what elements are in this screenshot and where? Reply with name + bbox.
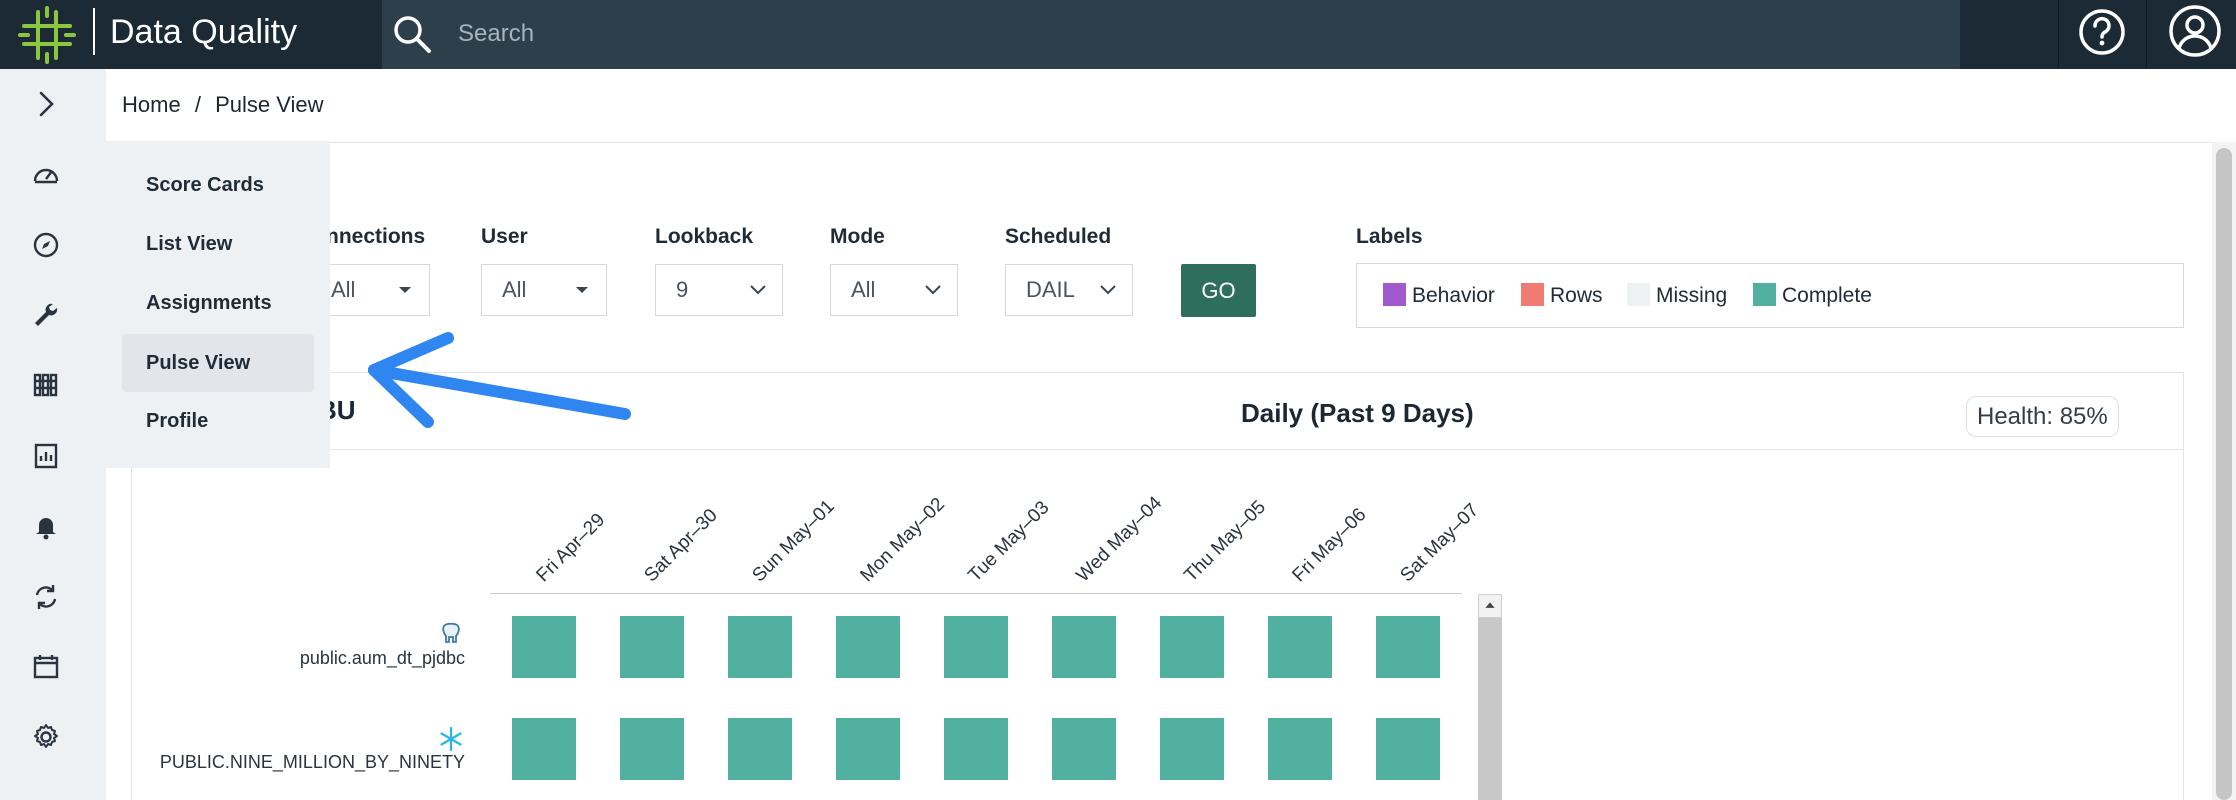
scheduled-select[interactable]: DAIL [1005, 264, 1133, 316]
status-cell[interactable] [512, 718, 576, 780]
legend-behavior: Behavior [1383, 283, 1495, 309]
legend-swatch [1627, 283, 1650, 306]
caret-down-icon [399, 287, 411, 293]
breadcrumb-separator: / [194, 92, 201, 117]
search-input[interactable] [458, 14, 1938, 54]
gear-icon[interactable] [31, 722, 61, 752]
breadcrumb-divider [106, 142, 2236, 143]
legend-missing: Missing [1627, 283, 1727, 309]
status-cell[interactable] [1160, 616, 1224, 678]
help-icon[interactable] [2076, 6, 2128, 58]
panel-header-divider [131, 449, 2184, 450]
mode-value: All [851, 277, 876, 302]
user-select[interactable]: All [481, 264, 607, 316]
scheduled-label: Scheduled [1005, 225, 1112, 248]
menu-item-list-view[interactable]: List View [122, 215, 314, 273]
report-icon[interactable] [31, 441, 61, 471]
legend-swatch [1753, 283, 1776, 306]
page-scroll-thumb[interactable] [2216, 148, 2232, 800]
status-cell[interactable] [1160, 718, 1224, 780]
grid-scrollbar[interactable] [1478, 594, 1502, 800]
status-cell[interactable] [944, 718, 1008, 780]
row-name[interactable]: public.aum_dt_pjdbc [300, 648, 465, 669]
status-cell[interactable] [1268, 718, 1332, 780]
app-title: Data Quality [110, 13, 298, 51]
menu-item-assignments[interactable]: Assignments [122, 274, 314, 332]
status-cell[interactable] [944, 616, 1008, 678]
catalog-icon[interactable] [31, 370, 61, 400]
status-cell[interactable] [512, 616, 576, 678]
status-cell[interactable] [728, 616, 792, 678]
legend-rows: Rows [1521, 283, 1603, 309]
labels-legend: Behavior Rows Missing Complete [1356, 263, 2184, 328]
chevron-down-icon [750, 285, 766, 295]
lookback-value: 9 [676, 277, 689, 302]
chevron-right-icon[interactable] [31, 89, 61, 119]
status-cell[interactable] [620, 616, 684, 678]
user-label: User [481, 225, 528, 248]
mode-select[interactable]: All [830, 264, 958, 316]
go-button[interactable]: GO [1181, 264, 1256, 317]
lookback-label: Lookback [655, 225, 754, 248]
postgresql-icon [442, 622, 460, 643]
logo-divider [93, 8, 95, 55]
breadcrumb-home[interactable]: Home [122, 92, 181, 118]
scroll-up-button[interactable] [1478, 594, 1502, 618]
legend-swatch [1521, 283, 1544, 306]
refresh-icon[interactable] [31, 582, 61, 612]
dashboard-gauge-icon[interactable] [31, 159, 61, 189]
mode-label: Mode [830, 225, 885, 248]
compass-icon[interactable] [31, 230, 61, 260]
caret-up-icon [1485, 602, 1495, 608]
flyout-menu: Score Cards List View Assignments Pulse … [106, 141, 330, 468]
bell-icon[interactable] [31, 511, 61, 541]
status-cell[interactable] [728, 718, 792, 780]
status-cell[interactable] [1268, 616, 1332, 678]
snowflake-icon [440, 726, 462, 752]
date-axis-line [490, 593, 1462, 594]
annotation-arrow-icon [368, 332, 631, 428]
user-value: All [502, 277, 527, 302]
connections-label: nnections [326, 225, 426, 248]
chevron-down-icon [1100, 285, 1116, 295]
chevron-down-icon [925, 285, 941, 295]
row-name[interactable]: PUBLIC.NINE_MILLION_BY_NINETY [160, 752, 465, 773]
app-logo-icon[interactable] [18, 6, 76, 64]
breadcrumb-current: Pulse View [215, 92, 324, 117]
status-cell[interactable] [1376, 616, 1440, 678]
calendar-icon[interactable] [31, 652, 61, 682]
status-cell[interactable] [836, 616, 900, 678]
lookback-select[interactable]: 9 [655, 264, 783, 316]
labels-title: Labels [1356, 225, 1423, 248]
menu-item-score-cards[interactable]: Score Cards [122, 156, 314, 214]
legend-swatch [1383, 283, 1406, 306]
header-separator [2058, 0, 2059, 69]
status-cell[interactable] [836, 718, 900, 780]
connections-value: All [331, 277, 356, 302]
status-cell[interactable] [1052, 718, 1116, 780]
status-cell[interactable] [620, 718, 684, 780]
breadcrumb: Home / Pulse View [122, 92, 324, 118]
menu-item-profile[interactable]: Profile [122, 392, 314, 450]
wrench-icon[interactable] [31, 300, 61, 330]
status-cell[interactable] [1376, 718, 1440, 780]
status-cell[interactable] [1052, 616, 1116, 678]
user-icon[interactable] [2166, 2, 2224, 60]
header-separator [2146, 0, 2147, 69]
search-icon[interactable] [390, 12, 434, 56]
panel-title: Daily (Past 9 Days) [1241, 398, 1474, 428]
scheduled-value: DAIL [1026, 277, 1075, 302]
health-badge: Health: 85% [1966, 396, 2119, 437]
legend-complete: Complete [1753, 283, 1872, 309]
caret-down-icon [576, 287, 588, 293]
menu-item-pulse-view[interactable]: Pulse View [122, 334, 314, 392]
